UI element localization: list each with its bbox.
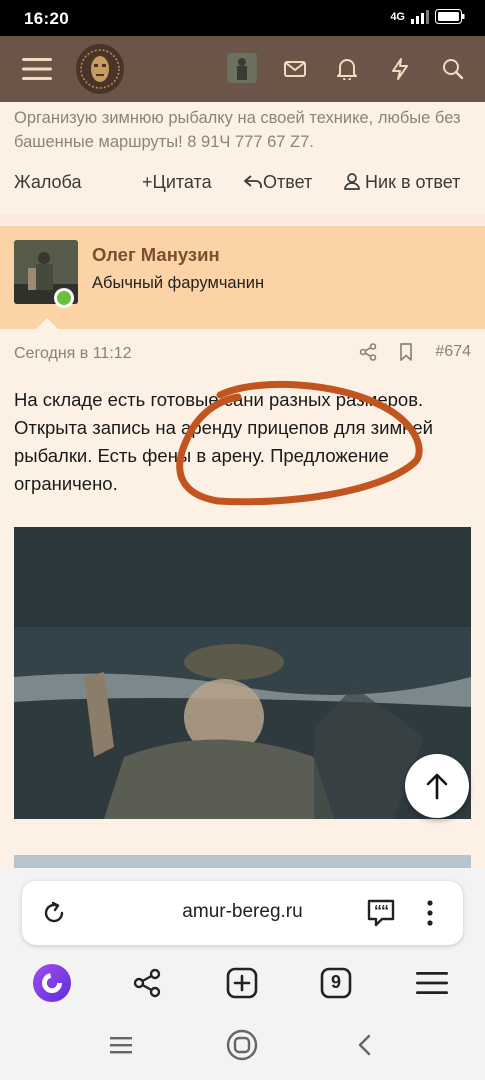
alice-icon[interactable] [32, 963, 72, 1003]
author-caret [36, 318, 58, 329]
menu-icon[interactable] [20, 52, 54, 86]
quote-button[interactable]: +Цитата [142, 172, 212, 193]
post-meta-icons: #674 [359, 343, 471, 361]
url-text[interactable]: amur-bereg.ru [22, 901, 463, 923]
post-date[interactable]: Сегодня в 11:12 [14, 345, 132, 363]
mail-icon[interactable] [278, 52, 312, 86]
reply-button[interactable]: Ответ [243, 172, 312, 193]
lightning-icon[interactable] [383, 52, 417, 86]
post-number[interactable]: #674 [435, 343, 471, 361]
chat-icon[interactable]: ““ [366, 899, 396, 927]
reply-label: Ответ [263, 172, 313, 192]
status-bar: 16:20 4G [0, 0, 485, 36]
post-author-header: Олег Манузин Абычный фарумчанин [0, 226, 485, 329]
online-status-badge [54, 288, 74, 308]
post-image[interactable] [14, 527, 471, 819]
arrow-up-icon [426, 773, 448, 800]
browser-menu-icon[interactable] [412, 963, 452, 1003]
back-icon[interactable] [344, 1028, 384, 1062]
add-tab-icon[interactable] [222, 963, 262, 1003]
system-navigation [0, 1010, 485, 1080]
scroll-to-top-button[interactable] [405, 754, 469, 818]
quote-label: Цитата [152, 172, 212, 192]
author-title: Абычный фарумчанин [92, 274, 265, 292]
tabs-icon[interactable]: 9 [316, 963, 356, 1003]
search-icon[interactable] [436, 52, 470, 86]
annotation-circle [176, 380, 423, 506]
network-label: 4G [390, 10, 405, 23]
tabs-count: 9 [330, 972, 341, 992]
forum-top-nav [0, 36, 485, 102]
share-icon[interactable] [359, 343, 377, 361]
post-actions: Жалоба +Цитата Ответ Ник в ответ [14, 172, 474, 198]
signal-icon [411, 9, 429, 24]
battery-icon [435, 9, 465, 24]
plus-icon: + [142, 172, 153, 192]
post-divider [0, 214, 485, 224]
more-icon[interactable] [426, 900, 434, 926]
nick-reply-label: Ник в ответ [365, 172, 461, 192]
author-name[interactable]: Олег Манузин [92, 244, 220, 266]
previous-post: Организую зимнюю рыбалку на своей техник… [0, 102, 485, 214]
recents-icon[interactable] [101, 1028, 141, 1062]
person-icon [344, 173, 360, 190]
forum-logo[interactable] [76, 44, 124, 94]
nick-reply-button[interactable]: Ник в ответ [344, 172, 460, 193]
report-button[interactable]: Жалоба [14, 172, 81, 193]
bookmark-icon[interactable] [399, 343, 413, 361]
address-bar[interactable]: amur-bereg.ru ““ [22, 881, 463, 945]
home-icon[interactable] [222, 1028, 262, 1062]
next-post-image[interactable] [14, 855, 471, 869]
previous-post-signature: Организую зимнюю рыбалку на своей техник… [14, 109, 461, 151]
reply-icon [244, 175, 262, 188]
share-icon[interactable] [127, 963, 167, 1003]
status-time: 16:20 [24, 9, 69, 28]
bell-icon[interactable] [330, 52, 364, 86]
user-avatar[interactable] [227, 53, 257, 83]
svg-text:“: “ [381, 903, 389, 920]
status-icons: 4G [390, 9, 465, 24]
